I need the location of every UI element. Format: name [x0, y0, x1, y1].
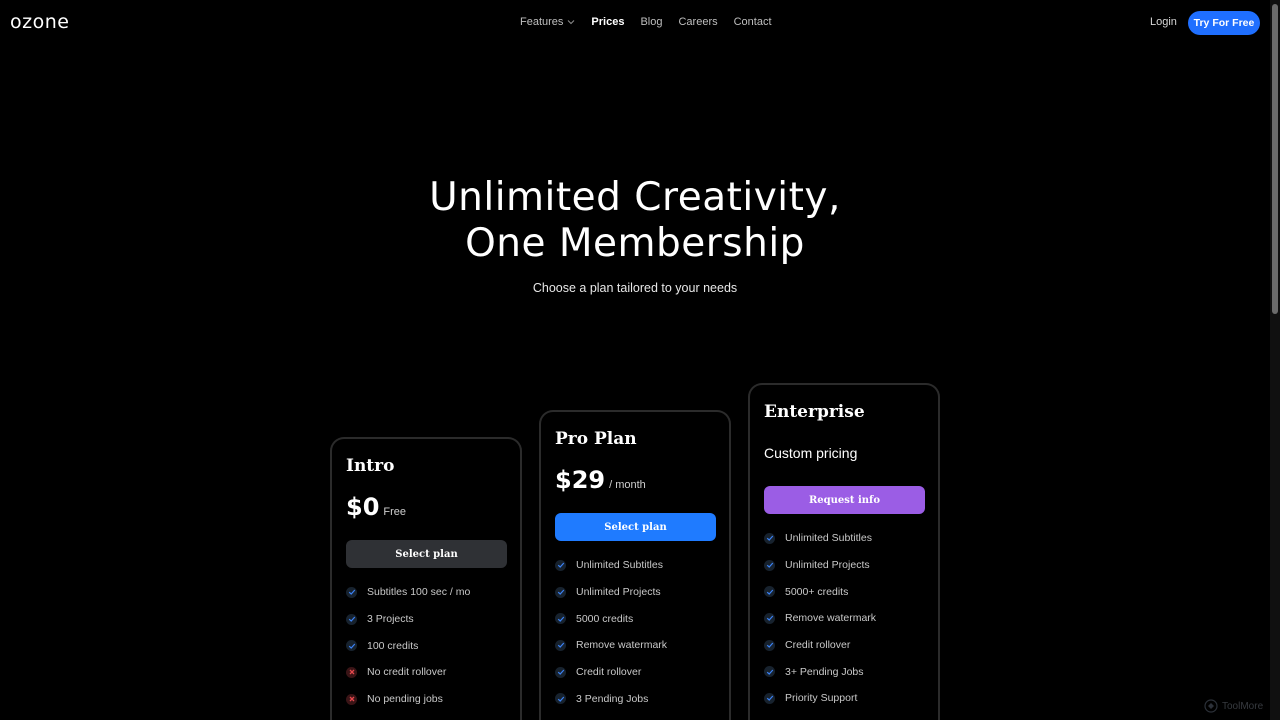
nav-contact[interactable]: Contact: [734, 16, 772, 28]
nav-blog[interactable]: Blog: [640, 16, 662, 28]
feature-item: 100 credits: [346, 632, 470, 659]
check-icon: [764, 612, 775, 624]
feature-text: No pending jobs: [367, 693, 443, 706]
select-plan-button[interactable]: Select plan: [346, 540, 507, 568]
feature-item: Unlimited Projects: [764, 552, 876, 579]
feature-text: Priority Support: [785, 692, 858, 705]
feature-item: Remove watermark: [764, 605, 876, 632]
feature-item: Unlimited Projects: [555, 579, 667, 606]
feature-item: Remove watermark: [555, 632, 667, 659]
check-icon: [555, 639, 566, 651]
check-icon: [555, 586, 566, 598]
login-link[interactable]: Login: [1150, 16, 1177, 28]
feature-item: No pending jobs: [346, 686, 470, 713]
plan-card-enterprise: Enterprise Custom pricing Request info Unli…: [748, 383, 940, 720]
request-info-button[interactable]: Request info: [764, 486, 925, 514]
feature-item: No credit rollover: [346, 659, 470, 686]
check-icon: [346, 613, 357, 625]
plan-price: $0 Free: [346, 493, 406, 521]
plan-card-intro: Intro $0 Free Select plan Subtitles 100 sec …: [330, 437, 522, 720]
feature-text: Subtitles 100 sec / mo: [367, 586, 471, 599]
check-icon: [555, 559, 566, 571]
hero-title: Unlimited Creativity, One Membership: [0, 175, 1270, 267]
check-icon: [764, 586, 775, 598]
watermark-logo-icon: [1204, 699, 1218, 713]
feature-item: 3 Pending Jobs: [555, 685, 667, 712]
feature-list: Unlimited Subtitles Unlimited Projects 500…: [555, 552, 667, 712]
price-unit: Free: [383, 506, 407, 518]
nav-features-label: Features: [520, 16, 564, 28]
check-icon: [555, 666, 566, 678]
site-header: ozone Features Prices Blog Careers Conta…: [0, 0, 1270, 45]
watermark-text: ToolMore: [1222, 700, 1264, 712]
nav-careers[interactable]: Careers: [678, 16, 717, 28]
price-unit: / month: [609, 479, 646, 491]
plan-card-pro-plan: Pro Plan $29/ month Select plan Unlimited S…: [539, 410, 731, 720]
check-icon: [555, 613, 566, 625]
hero-title-line-1: Unlimited Creativity,: [429, 175, 841, 220]
nav-features[interactable]: Features: [520, 16, 575, 28]
feature-list: Unlimited Subtitles Unlimited Projects 500…: [764, 525, 876, 712]
feature-text: Remove watermark: [785, 612, 877, 625]
scrollbar-thumb[interactable]: [1272, 4, 1278, 314]
watermark: ToolMore: [1204, 699, 1263, 713]
plan-name: Pro Plan: [555, 429, 637, 449]
feature-text: Remove watermark: [576, 639, 668, 652]
feature-text: Unlimited Projects: [576, 586, 661, 599]
ozone-logo[interactable]: ozone: [10, 11, 69, 33]
feature-item: 5000+ credits: [764, 578, 876, 605]
feature-item: Credit rollover: [555, 659, 667, 686]
feature-text: Credit rollover: [785, 639, 851, 652]
check-icon: [764, 559, 775, 571]
plan-price: $29/ month: [555, 466, 646, 494]
check-icon: [555, 693, 566, 705]
feature-item: Subtitles 100 sec / mo: [346, 579, 470, 606]
nav-prices[interactable]: Prices: [591, 16, 624, 28]
select-plan-button[interactable]: Select plan: [555, 513, 716, 541]
feature-item: Unlimited Subtitles: [764, 525, 876, 552]
chevron-down-icon: [568, 20, 575, 25]
feature-text: 3 Projects: [367, 613, 414, 626]
feature-item: Credit rollover: [764, 632, 876, 659]
check-icon: [346, 586, 357, 598]
feature-text: 3 Pending Jobs: [576, 692, 649, 705]
cross-icon: [346, 666, 357, 678]
plan-name: Enterprise: [764, 402, 865, 422]
feature-text: Unlimited Subtitles: [785, 532, 872, 545]
check-icon: [764, 692, 775, 704]
try-for-free-button[interactable]: Try For Free: [1188, 11, 1260, 35]
check-icon: [346, 640, 357, 652]
feature-text: Unlimited Projects: [785, 559, 870, 572]
feature-text: No credit rollover: [367, 666, 447, 679]
feature-item: 3 Projects: [346, 606, 470, 633]
feature-text: Credit rollover: [576, 666, 642, 679]
plan-name: Intro: [346, 456, 395, 476]
main-nav: Features Prices Blog Careers Contact: [520, 16, 772, 28]
cross-icon: [346, 693, 357, 705]
feature-text: 5000+ credits: [785, 585, 849, 598]
page-scrollbar[interactable]: [1270, 0, 1280, 720]
feature-text: 100 credits: [367, 639, 419, 652]
price-value: $0: [346, 493, 380, 521]
feature-item: 3+ Pending Jobs: [764, 658, 876, 685]
hero-title-line-2: One Membership: [465, 221, 805, 266]
feature-item: 5000 credits: [555, 605, 667, 632]
check-icon: [764, 666, 775, 678]
feature-item: Unlimited Subtitles: [555, 552, 667, 579]
feature-text: 3+ Pending Jobs: [785, 665, 864, 678]
feature-text: 5000 credits: [576, 612, 634, 625]
check-icon: [764, 639, 775, 651]
feature-text: Unlimited Subtitles: [576, 559, 663, 572]
check-icon: [764, 532, 775, 544]
feature-item: Priority Support: [764, 685, 876, 712]
custom-pricing-label: Custom pricing: [764, 445, 858, 461]
price-value: $29: [555, 466, 606, 494]
feature-list: Subtitles 100 sec / mo 3 Projects 100 cred…: [346, 579, 470, 712]
hero-subtitle: Choose a plan tailored to your needs: [532, 281, 738, 295]
